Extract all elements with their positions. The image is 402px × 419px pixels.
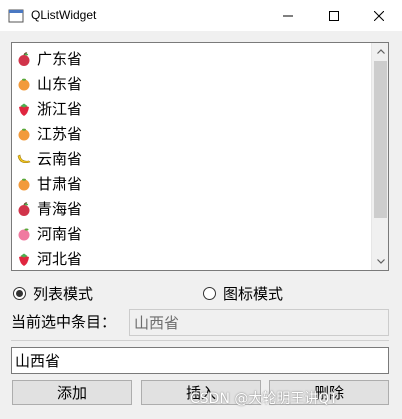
list-item-label: 江苏省 [37,125,83,143]
orange-icon [18,178,30,190]
maximize-icon [329,10,339,21]
item-text-input[interactable]: 山西省 [11,347,389,374]
scroll-down-button[interactable] [372,253,388,270]
strawberry-icon [19,103,29,116]
divider [11,340,389,341]
list-item[interactable]: 云南省 [16,146,368,171]
chevron-down-icon [376,259,385,264]
window-title: QListWidget [31,8,97,22]
list-item-label: 青海省 [37,200,83,218]
list-item-label: 山东省 [37,75,83,93]
minimize-icon [283,15,293,16]
scroll-up-button[interactable] [372,43,388,60]
apple-icon [18,201,30,216]
list-mode-label: 列表模式 [33,284,94,303]
orange-icon [18,78,30,90]
chevron-up-icon [376,49,385,54]
list-item-label: 河北省 [37,250,83,268]
apple-icon [18,51,30,66]
list-mode-radio[interactable]: 列表模式 [13,284,94,303]
list-scrollbar[interactable] [371,43,388,270]
list-item-label: 浙江省 [37,100,83,118]
list-item[interactable]: 广东省 [16,46,368,71]
add-button[interactable]: 添加 [12,380,132,405]
orange-icon [18,128,30,140]
icon-mode-radio[interactable]: 图标模式 [203,284,284,303]
list-item-label: 广东省 [37,50,83,68]
list-item[interactable]: 青海省 [16,196,368,221]
radio-indicator [203,286,216,300]
current-item-field: 山西省 [129,309,389,336]
list-item[interactable]: 甘肃省 [16,171,368,196]
scroll-thumb[interactable] [374,61,387,218]
icon-mode-label: 图标模式 [223,284,284,303]
peach-icon [18,228,30,240]
list-item-label: 河南省 [37,225,83,243]
close-icon [374,10,384,21]
list-item[interactable]: 河北省 [16,246,368,270]
list-item[interactable]: 江苏省 [16,121,368,146]
current-item-label: 当前选中条目： [11,313,117,331]
watermark: CSDN @大轮明王讲QT [190,391,338,407]
close-button[interactable] [356,0,402,31]
radio-indicator [13,286,26,300]
strawberry-icon [19,253,29,266]
title-bar: QListWidget [0,0,402,31]
province-list[interactable]: 广东省山东省浙江省江苏省云南省甘肃省青海省河南省河北省 [11,42,389,271]
banana-icon [17,154,31,163]
minimize-button[interactable] [265,0,311,31]
list-item[interactable]: 浙江省 [16,96,368,121]
maximize-button[interactable] [311,0,357,31]
list-item-label: 云南省 [37,150,83,168]
list-item[interactable]: 河南省 [16,221,368,246]
list-item[interactable]: 山东省 [16,71,368,96]
list-item-label: 甘肃省 [37,175,83,193]
qt-app-icon [8,9,24,23]
